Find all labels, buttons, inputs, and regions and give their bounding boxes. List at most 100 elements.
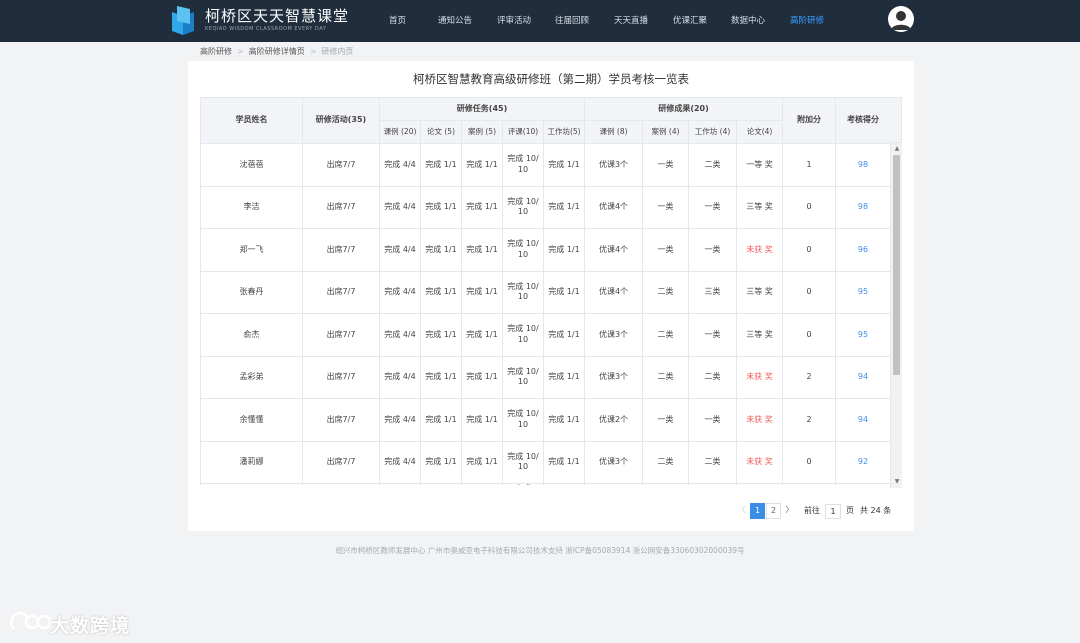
site-subtitle: KEQIAO WISDOM CLASSROOM EVERY DAY: [205, 26, 327, 32]
breadcrumb: 高阶研修 > 高阶研修详情页 > 研修内页: [200, 46, 353, 57]
cell-result-case: 一类: [642, 143, 689, 187]
breadcrumb-separator: >: [237, 47, 244, 56]
cell-score[interactable]: 98: [835, 143, 891, 187]
cell-name: 郑一飞: [200, 228, 303, 272]
nav-item-lessons[interactable]: 优课汇聚: [673, 0, 707, 42]
cell-bonus: 0: [782, 185, 836, 229]
table-row: 郑一飞 出席7/7 完成 4/4 完成 1/1 完成 1/1 完成 10/ 10 完成 1/…: [200, 228, 891, 272]
user-avatar[interactable]: [888, 6, 914, 32]
cell-task-case: 完成 1/1: [461, 228, 503, 272]
page-unit-label: 页: [846, 506, 854, 515]
table-row: 孟彩弟 出席7/7 完成 4/4 完成 1/1 完成 1/1 完成 10/ 10 完成 1/…: [200, 355, 891, 399]
page-title: 柯桥区智慧教育高级研修班（第二期）学员考核一览表: [413, 72, 689, 86]
nav-item-data[interactable]: 数据中心: [731, 0, 765, 42]
cell-score[interactable]: 94: [835, 355, 891, 399]
nav-item-notices[interactable]: 通知公告: [438, 0, 472, 42]
table-row: 俞杰 出席7/7 完成 4/4 完成 1/1 完成 1/1 完成 10/ 10 完成 1/1…: [200, 313, 891, 357]
cell-task-lesson: 完成 4/4: [379, 143, 421, 187]
table-scrollbar[interactable]: ▲ ▼: [890, 143, 902, 488]
nav-item-reviews[interactable]: 评审活动: [497, 0, 531, 42]
cell-score[interactable]: 95: [835, 313, 891, 357]
header-results: 研修成果(20): [584, 97, 784, 121]
breadcrumb-advanced[interactable]: 高阶研修: [200, 47, 232, 56]
cell-activity: 出席7/7: [302, 313, 380, 357]
cell-task-workshop: 完成 1/1: [543, 355, 585, 399]
cell-score[interactable]: 92: [835, 440, 891, 484]
cell-result-paper: 未获 奖: [736, 355, 783, 399]
cell-result-case: 二类: [642, 440, 689, 484]
cell-result-lesson: 优课3个: [584, 440, 643, 484]
cell-task-paper: 完成 1/1: [420, 313, 462, 357]
cell-score[interactable]: 95: [835, 270, 891, 314]
cell-task-case: 完成 1/1: [461, 440, 503, 484]
assessment-table: 学员姓名 研修活动(35) 研修任务(45) 研修成果(20) 附加分 考核得分…: [200, 97, 902, 485]
cell-bonus: 0: [782, 270, 836, 314]
cell-result-workshop: 一类: [688, 228, 737, 272]
table-body: 沈蓓蓓 出席7/7 完成 4/4 完成 1/1 完成 1/1 完成 10/ 10 完成 1/…: [200, 143, 891, 485]
goto-page-input[interactable]: [825, 504, 841, 519]
cell-task-case: 完成 1/1: [461, 185, 503, 229]
prev-page-button[interactable]: 〈: [734, 503, 749, 519]
cell-task-review: 完成 10/ 10: [502, 440, 544, 484]
header-result-lesson: 课例 (8): [584, 120, 644, 144]
table-row: 沈蓓蓓 出席7/7 完成 4/4 完成 1/1 完成 1/1 完成 10/ 10 完成 1/…: [200, 143, 891, 187]
cell-score[interactable]: 98: [835, 185, 891, 229]
nav-item-advanced[interactable]: 高阶研修: [790, 0, 824, 42]
nav-item-past[interactable]: 往届回顾: [555, 0, 589, 42]
cell-result-workshop: 一类: [688, 185, 737, 229]
cell-task-workshop: [543, 483, 585, 485]
cell-result-paper: 一等 奖: [736, 143, 783, 187]
table-row: 余懂懂 出席7/7 完成 4/4 完成 1/1 完成 1/1 完成 10/ 10 完成 1/…: [200, 398, 891, 442]
cell-name: 张春丹: [200, 270, 303, 314]
cell-task-workshop: 完成 1/1: [543, 228, 585, 272]
header-result-case: 案例 (4): [642, 120, 690, 144]
cell-result-workshop: 二类: [688, 440, 737, 484]
table-body-scroll[interactable]: 沈蓓蓓 出席7/7 完成 4/4 完成 1/1 完成 1/1 完成 10/ 10 完成 1/…: [200, 143, 902, 485]
header-name: 学员姓名: [200, 97, 303, 144]
watermark-text: 大数跨境: [50, 615, 131, 637]
cell-result-lesson: 优课3个: [584, 143, 643, 187]
page-button-2[interactable]: 2: [766, 503, 781, 519]
cell-score[interactable]: 96: [835, 228, 891, 272]
cell-result-workshop: 一类: [688, 313, 737, 357]
cell-task-workshop: 完成 1/1: [543, 185, 585, 229]
cell-task-lesson: 完成 4/4: [379, 398, 421, 442]
cell-task-paper: 完成 1/1: [420, 143, 462, 187]
cell-activity: 出席7/7: [302, 228, 380, 272]
cell-name: 潘莉娜: [200, 440, 303, 484]
cell-activity: 出席7/7: [302, 270, 380, 314]
cell-result-case: 一类: [642, 228, 689, 272]
cell-task-case: 完成 1/1: [461, 355, 503, 399]
cell-task-case: 完成 1/1: [461, 270, 503, 314]
cell-result-paper: 三等 奖: [736, 270, 783, 314]
cell-bonus: 2: [782, 355, 836, 399]
cell-name: [200, 483, 303, 485]
header-score: 考核得分: [835, 97, 892, 144]
cell-result-lesson: [584, 483, 643, 485]
cell-score[interactable]: 94: [835, 398, 891, 442]
cell-task-review: 完成 10/ 10: [502, 185, 544, 229]
cell-result-paper: 三等 奖: [736, 185, 783, 229]
cell-task-review: 完成 10/ 10: [502, 143, 544, 187]
header-result-workshop: 工作坊 (4): [688, 120, 738, 144]
nav-item-live[interactable]: 天天直播: [614, 0, 648, 42]
cell-task-lesson: 完成 4/4: [379, 270, 421, 314]
cell-task-workshop: 完成 1/1: [543, 440, 585, 484]
cell-task-paper: 完成 1/1: [420, 228, 462, 272]
table-row: 李洁 出席7/7 完成 4/4 完成 1/1 完成 1/1 完成 10/ 10 完成 1/1…: [200, 185, 891, 229]
nav-item-home[interactable]: 首页: [389, 0, 406, 42]
cell-result-workshop: 二类: [688, 355, 737, 399]
breadcrumb-detail[interactable]: 高阶研修详情页: [249, 47, 305, 56]
cell-task-paper: 完成 1/1: [420, 440, 462, 484]
cell-result-case: 一类: [642, 398, 689, 442]
scroll-down-arrow-icon[interactable]: ▼: [893, 478, 901, 486]
next-page-button[interactable]: 〉: [782, 503, 797, 519]
cell-result-paper: 未获 奖: [736, 440, 783, 484]
scroll-thumb[interactable]: [893, 155, 900, 375]
scroll-up-arrow-icon[interactable]: ▲: [893, 145, 901, 153]
cell-result-lesson: 优课2个: [584, 398, 643, 442]
cell-score: [835, 483, 891, 485]
page-button-1[interactable]: 1: [750, 503, 765, 519]
footer-text: 绍兴市柯桥区教师发展中心 广州市奥威亚电子科技有限公司技术支持 浙ICP备050…: [335, 546, 745, 555]
cell-name: 孟彩弟: [200, 355, 303, 399]
